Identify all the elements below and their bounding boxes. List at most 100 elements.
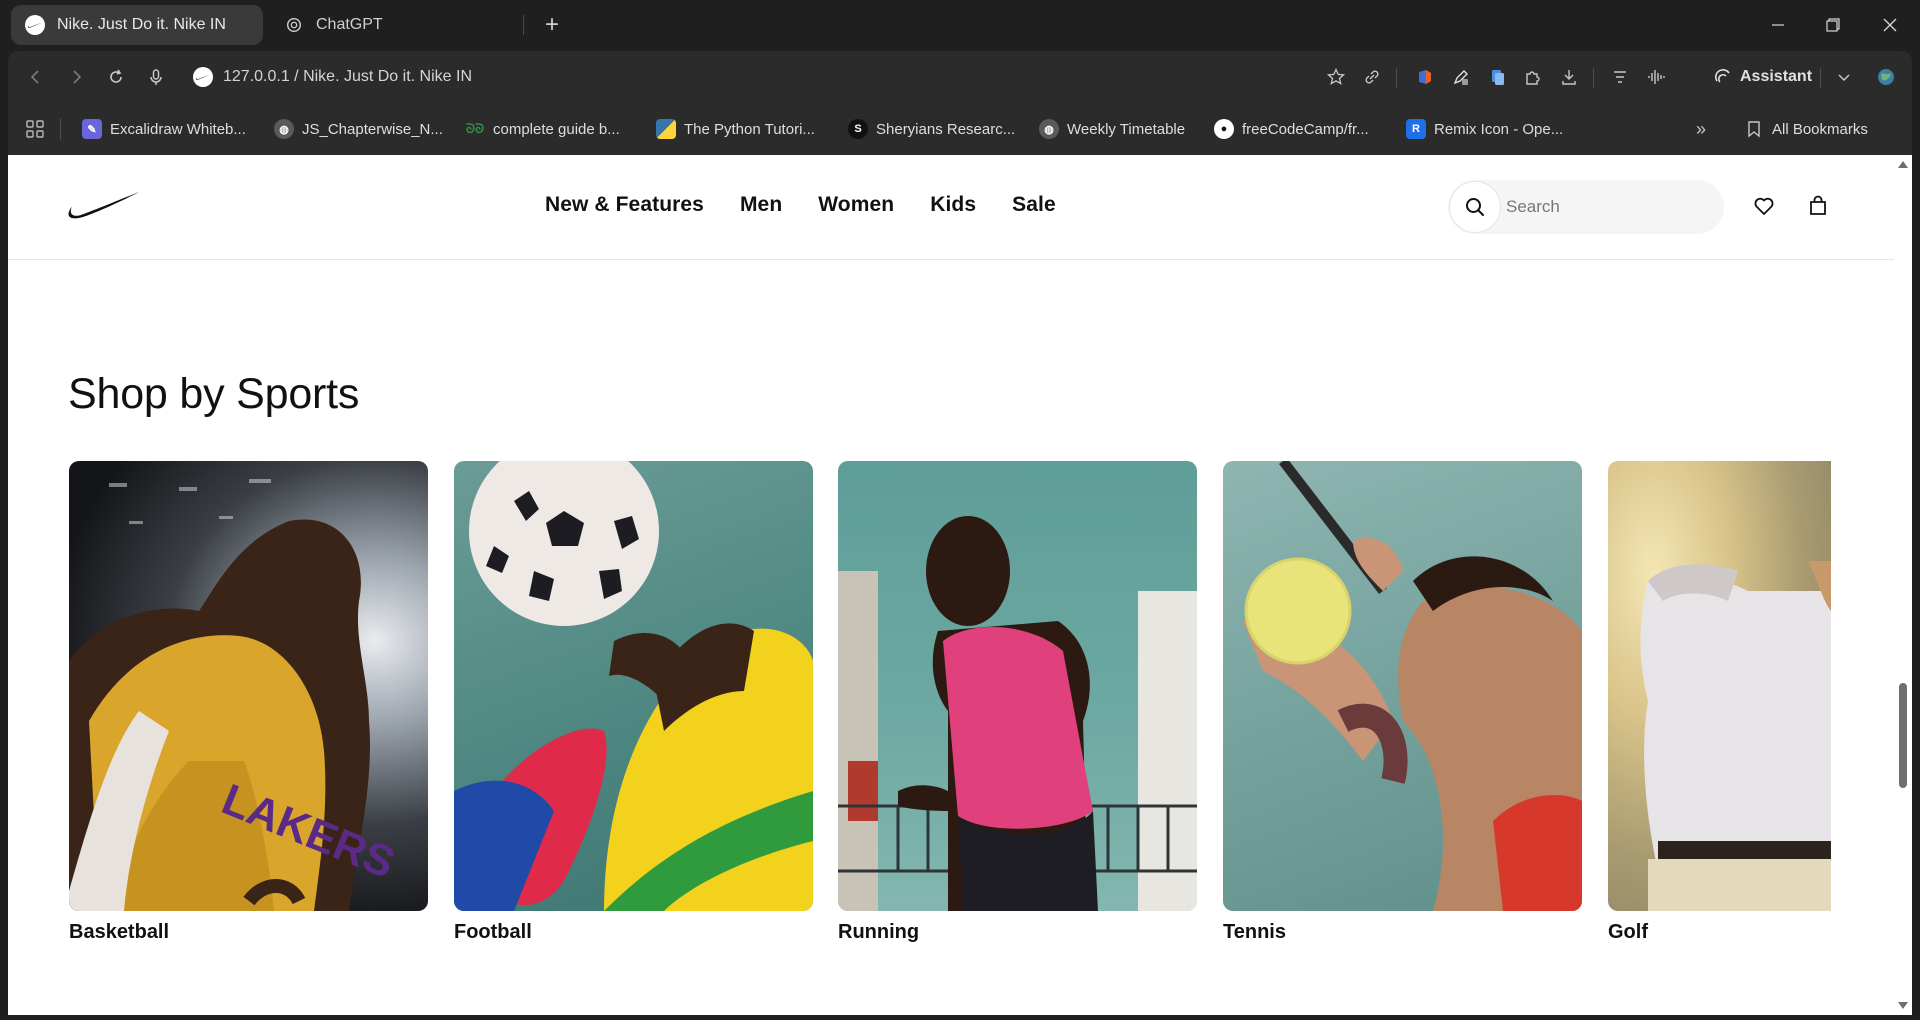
search-button[interactable]	[1449, 181, 1501, 233]
site-header: New & Features Men Women Kids Sale	[8, 155, 1894, 260]
extension-pen-icon[interactable]	[1449, 65, 1473, 89]
search-icon	[1466, 198, 1484, 216]
bookmark-folder-icon	[1744, 119, 1764, 139]
bookmark-label: JS_Chapterwise_N...	[302, 120, 443, 138]
bookmark-label: Excalidraw Whiteb...	[110, 120, 246, 138]
nav-new-features[interactable]: New & Features	[545, 193, 704, 217]
assistant-label: Assistant	[1740, 68, 1813, 85]
nike-logo-icon[interactable]	[68, 191, 140, 219]
toolbar-divider	[1820, 68, 1821, 88]
golf-image	[1608, 461, 1831, 911]
chevron-down-icon[interactable]	[1832, 65, 1856, 89]
forward-icon[interactable]	[64, 65, 88, 89]
sport-card-football[interactable]: Football	[454, 461, 813, 943]
address-bar[interactable]: 127.0.0.1 / Nike. Just Do it. Nike IN	[223, 68, 472, 86]
bookmark-label: Weekly Timetable	[1067, 120, 1186, 138]
bookmark-weekly-timetable[interactable]: ◍ Weekly Timetable	[1039, 117, 1185, 141]
scrollbar-thumb[interactable]	[1899, 683, 1907, 788]
bookmark-complete-guide[interactable]: ᘐᘐ complete guide b...	[465, 117, 620, 141]
gfg-icon: ᘐᘐ	[465, 121, 485, 136]
nav-women[interactable]: Women	[818, 193, 894, 217]
close-window-button[interactable]	[1870, 8, 1910, 42]
bookmarks-divider	[60, 118, 61, 140]
link-icon[interactable]	[1360, 65, 1384, 89]
bookmark-sheryians[interactable]: S Sheryians Researc...	[848, 117, 1015, 141]
assistant-icon	[1714, 69, 1730, 83]
search-box	[1448, 180, 1724, 234]
bookmark-label: freeCodeCamp/fr...	[1242, 120, 1369, 138]
page-viewport: New & Features Men Women Kids Sale Shop …	[8, 155, 1894, 1015]
bookmark-excalidraw[interactable]: ✎ Excalidraw Whiteb...	[82, 117, 246, 141]
nike-favicon-icon	[25, 15, 45, 35]
profile-avatar-icon[interactable]	[1874, 65, 1898, 89]
minimize-button[interactable]	[1758, 8, 1798, 42]
all-bookmarks-button[interactable]: All Bookmarks	[1744, 117, 1868, 141]
download-icon[interactable]	[1557, 65, 1581, 89]
shopping-bag-icon[interactable]	[1806, 194, 1830, 218]
tennis-image	[1223, 461, 1582, 911]
tab-divider	[523, 15, 524, 35]
bookmark-label: Sheryians Researc...	[876, 120, 1016, 138]
bookmark-python-tutorial[interactable]: The Python Tutori...	[656, 117, 815, 141]
extension-colorful-icon[interactable]	[1413, 65, 1437, 89]
new-tab-button[interactable]: +	[538, 12, 566, 40]
toolbar-divider	[1593, 68, 1594, 88]
reading-list-icon[interactable]	[1608, 65, 1632, 89]
apps-grid-icon[interactable]	[26, 120, 44, 138]
sport-card-golf[interactable]: Golf	[1608, 461, 1831, 943]
tab-title: Nike. Just Do it. Nike IN	[57, 16, 226, 33]
bookmark-label: The Python Tutori...	[684, 120, 815, 138]
basketball-image: LAKERS	[69, 461, 428, 911]
bookmark-star-icon[interactable]	[1324, 65, 1348, 89]
sport-label: Basketball	[69, 921, 170, 943]
nav-sale[interactable]: Sale	[1012, 193, 1056, 217]
bookmark-freecodecamp[interactable]: ● freeCodeCamp/fr...	[1214, 117, 1369, 141]
sport-label: Golf	[1608, 921, 1648, 943]
extensions-puzzle-icon[interactable]	[1521, 65, 1545, 89]
more-bookmarks-chevron-icon[interactable]: »	[1696, 117, 1706, 141]
tab-strip: Nike. Just Do it. Nike IN ChatGPT +	[0, 0, 1920, 51]
sheryians-icon: S	[848, 119, 868, 139]
nav-men[interactable]: Men	[740, 193, 782, 217]
chatgpt-icon	[284, 15, 304, 35]
toolbar-divider	[1396, 68, 1397, 88]
globe-icon: ◍	[274, 119, 294, 139]
globe-icon: ◍	[1039, 119, 1059, 139]
extension-copy-icon[interactable]	[1485, 65, 1509, 89]
bookmark-remix-icon[interactable]: R Remix Icon - Ope...	[1406, 117, 1563, 141]
nav-kids[interactable]: Kids	[930, 193, 976, 217]
back-icon[interactable]	[24, 65, 48, 89]
audio-wave-icon[interactable]	[1644, 65, 1668, 89]
main-nav: New & Features Men Women Kids Sale	[545, 193, 1056, 217]
football-image	[454, 461, 813, 911]
all-bookmarks-label: All Bookmarks	[1772, 120, 1868, 138]
assistant-button[interactable]: Assistant	[1714, 65, 1812, 89]
tab-title: ChatGPT	[316, 16, 383, 33]
excalidraw-icon: ✎	[82, 119, 102, 139]
heart-icon[interactable]	[1752, 194, 1776, 218]
section-title: Shop by Sports	[68, 370, 360, 418]
sport-label: Running	[838, 921, 920, 943]
sport-label: Football	[454, 921, 532, 943]
sport-card-tennis[interactable]: Tennis	[1223, 461, 1582, 943]
restore-button[interactable]	[1813, 8, 1853, 42]
sport-label: Tennis	[1223, 921, 1286, 943]
tab-nike[interactable]: Nike. Just Do it. Nike IN	[11, 5, 263, 45]
scroll-up-arrow-icon[interactable]	[1898, 161, 1908, 168]
reload-icon[interactable]	[104, 65, 128, 89]
sport-card-basketball[interactable]: LAKERS Basketball	[69, 461, 428, 943]
tab-chatgpt[interactable]: ChatGPT	[270, 5, 522, 45]
bookmarks-bar: ✎ Excalidraw Whiteb... ◍ JS_Chapterwise_…	[8, 103, 1912, 155]
running-image	[838, 461, 1197, 911]
search-input[interactable]	[1506, 194, 1706, 220]
browser-toolbar: 127.0.0.1 / Nike. Just Do it. Nike IN As…	[8, 51, 1912, 103]
python-icon	[656, 119, 676, 139]
bookmark-js-chapterwise[interactable]: ◍ JS_Chapterwise_N...	[274, 117, 443, 141]
page-scrollbar[interactable]	[1894, 155, 1912, 1015]
sport-card-running[interactable]: Running	[838, 461, 1197, 943]
scroll-down-arrow-icon[interactable]	[1898, 1002, 1908, 1009]
remix-icon: R	[1406, 119, 1426, 139]
microphone-icon[interactable]	[144, 65, 168, 89]
bookmark-label: Remix Icon - Ope...	[1434, 120, 1564, 138]
site-favicon-icon	[193, 67, 213, 87]
